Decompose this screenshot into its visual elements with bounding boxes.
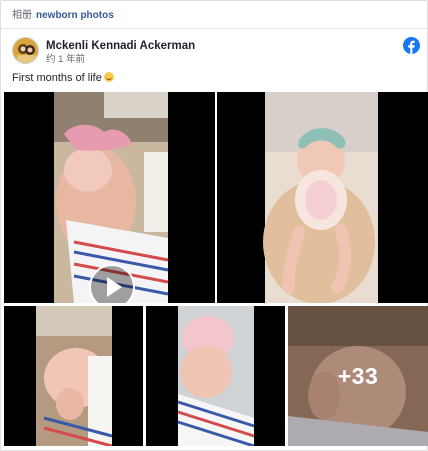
breadcrumb: 相册 newborn photos	[1, 1, 428, 29]
more-photos-count: +33	[337, 362, 379, 389]
smiley-emoji-icon	[103, 72, 114, 82]
breadcrumb-album[interactable]: 相册	[12, 10, 32, 21]
more-photos-overlay[interactable]: +33	[288, 306, 428, 446]
photo-tile-4[interactable]	[146, 306, 285, 446]
photo-tile-1-video[interactable]	[4, 92, 215, 303]
facebook-logo-icon[interactable]	[403, 37, 420, 54]
play-icon[interactable]	[89, 264, 135, 303]
author-name[interactable]: Mckenli Kennadi Ackerman	[46, 40, 195, 53]
photo-tile-2[interactable]	[217, 92, 428, 303]
breadcrumb-album-name[interactable]: newborn photos	[36, 10, 114, 21]
caption-text: First months of life	[12, 72, 102, 84]
breadcrumb-text: 相册 newborn photos	[12, 10, 114, 22]
photo-tile-3[interactable]	[4, 306, 143, 446]
post-caption: First months of life	[12, 72, 114, 85]
post-timestamp[interactable]: 约 1 年前	[46, 54, 85, 65]
post-card: 相册 newborn photos Mckenli Kennadi Ackerma…	[0, 0, 428, 451]
avatar[interactable]	[12, 37, 39, 64]
